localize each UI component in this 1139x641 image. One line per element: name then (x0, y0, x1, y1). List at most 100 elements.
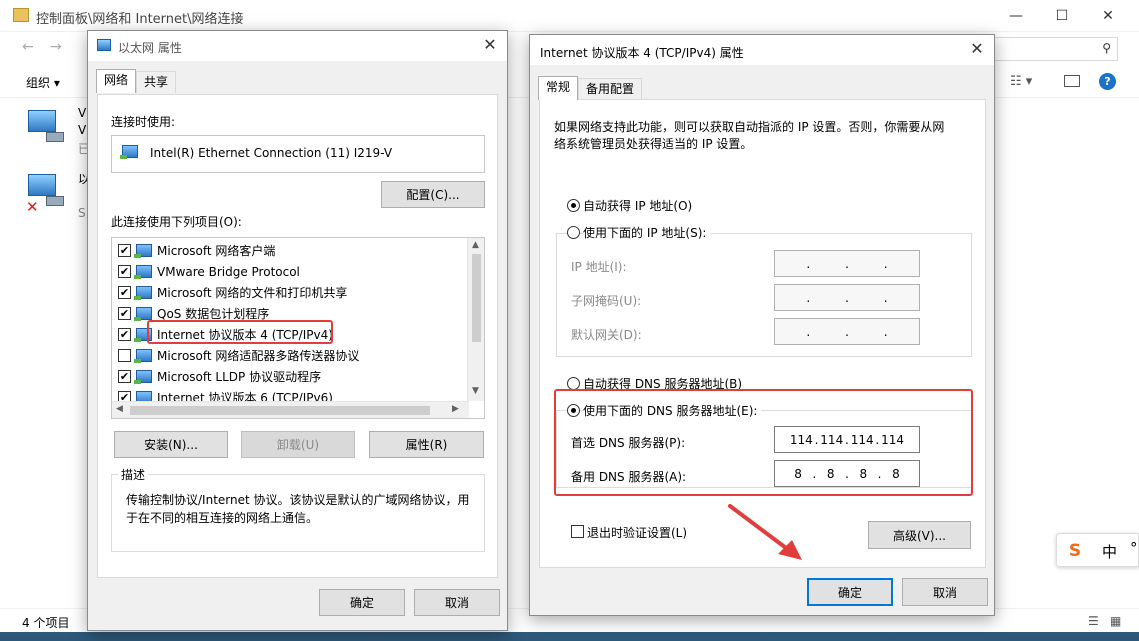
organize-button[interactable]: 组织 ▾ (26, 74, 60, 91)
component-icon (134, 349, 152, 363)
close-icon[interactable]: ✕ (481, 36, 499, 54)
preview-pane-icon[interactable] (1064, 75, 1080, 87)
ip-address-field[interactable]: ... (774, 250, 920, 277)
arrow-annotation-icon (728, 504, 802, 560)
component-label: Microsoft 网络适配器多路传送器协议 (157, 349, 360, 363)
dialog-title: 以太网 属性 (118, 41, 182, 55)
validate-checkbox[interactable] (571, 525, 584, 541)
component-checkbox[interactable]: ✔ (118, 370, 131, 383)
adapter-field: Intel(R) Ethernet Connection (11) I219-V (111, 135, 485, 173)
scroll-thumb[interactable] (472, 254, 481, 342)
dns-highlight-box (554, 389, 973, 496)
forward-icon[interactable]: → (50, 39, 62, 55)
ime-mode[interactable]: 中 (1102, 541, 1117, 562)
explorer-titlebar: 控制面板\网络和 Internet\网络连接 — ☐ ✕ (0, 0, 1139, 32)
tab-network[interactable]: 网络 (96, 69, 137, 93)
connection-device: S (78, 206, 86, 220)
cancel-button[interactable]: 取消 (902, 578, 988, 606)
close-button[interactable]: ✕ (1085, 0, 1131, 32)
tab-strip: 常规 备用配置 (538, 76, 643, 100)
configure-button[interactable]: 配置(C)... (381, 181, 485, 208)
description-group: 描述 传输控制协议/Internet 协议。该协议是默认的广域网络协议，用 于在… (111, 466, 485, 552)
component-item[interactable]: ✔ Microsoft 网络的文件和打印机共享 (118, 282, 463, 303)
component-item[interactable]: Microsoft 网络适配器多路传送器协议 (118, 345, 463, 366)
component-item[interactable]: ✔ Microsoft 网络客户端 (118, 240, 463, 261)
network-adapter-disabled-icon[interactable]: ✕ (26, 170, 66, 216)
manual-ip-radio[interactable] (567, 226, 580, 239)
component-icon (134, 307, 152, 321)
ip-address-label: IP 地址(I): (571, 260, 627, 274)
ime-punctuation[interactable]: ° (1130, 539, 1138, 557)
back-icon[interactable]: ← (22, 39, 34, 55)
search-icon: ⚲ (1102, 41, 1111, 55)
tab-general[interactable]: 常规 (538, 76, 579, 100)
organize-label: 组织 (26, 76, 51, 90)
adapter-name: Intel(R) Ethernet Connection (11) I219-V (150, 146, 393, 160)
validate-label[interactable]: 退出时验证设置(L) (587, 524, 687, 541)
ime-toolbar[interactable]: S 中 ° (1056, 533, 1139, 567)
intro-text: 如果网络支持此功能，则可以获取自动指派的 IP 设置。否则，你需要从网 (554, 120, 945, 134)
help-icon[interactable]: ? (1099, 73, 1116, 90)
large-icons-view-icon[interactable]: ▦ (1110, 614, 1121, 628)
component-checkbox[interactable]: ✔ (118, 265, 131, 278)
scroll-thumb[interactable] (130, 406, 430, 415)
ok-button[interactable]: 确定 (807, 578, 893, 606)
cancel-button[interactable]: 取消 (414, 589, 500, 616)
component-icon (134, 286, 152, 300)
details-view-icon[interactable]: ☰ (1088, 614, 1099, 628)
description-text: 传输控制协议/Internet 协议。该协议是默认的广域网络协议，用 (126, 493, 470, 507)
scroll-right-icon[interactable]: ▶ (452, 404, 459, 414)
disabled-x-icon: ✕ (26, 198, 39, 216)
scroll-left-icon[interactable]: ◀ (116, 404, 123, 414)
dialog-titlebar: 以太网 属性 ✕ (88, 31, 507, 61)
items-label: 此连接使用下列项目(O): (111, 215, 242, 229)
connection-name[interactable]: V (78, 106, 86, 120)
auto-ip-radio[interactable] (567, 199, 580, 212)
description-label: 描述 (118, 466, 149, 483)
component-checkbox[interactable]: ✔ (118, 328, 131, 341)
explorer-title: 控制面板\网络和 Internet\网络连接 (36, 12, 244, 27)
component-checkbox[interactable]: ✔ (118, 244, 131, 257)
uninstall-button[interactable]: 卸载(U) (241, 431, 355, 458)
horizontal-scrollbar[interactable]: ◀ ▶ (112, 401, 469, 418)
subnet-mask-field[interactable]: ... (774, 284, 920, 311)
tab-alternate-configuration[interactable]: 备用配置 (578, 78, 643, 100)
manual-ip-label[interactable]: 使用下面的 IP 地址(S): (583, 224, 711, 241)
search-box[interactable]: ⚲ (990, 37, 1118, 61)
dropdown-arrow-icon: ▾ (53, 76, 60, 90)
maximize-button[interactable]: ☐ (1039, 0, 1085, 32)
install-button[interactable]: 安装(N)... (114, 431, 228, 458)
view-options-icon[interactable]: ☷ ▾ (1010, 74, 1032, 89)
minimize-button[interactable]: — (993, 0, 1039, 32)
component-label: Microsoft 网络客户端 (157, 244, 276, 258)
folder-icon (13, 8, 29, 22)
connect-using-label: 连接时使用: (111, 115, 176, 129)
ok-button[interactable]: 确定 (319, 589, 405, 616)
vertical-scrollbar[interactable]: ▲ ▼ (467, 238, 484, 401)
gateway-field[interactable]: ... (774, 318, 920, 345)
dialog-titlebar: Internet 协议版本 4 (TCP/IPv4) 属性 ✕ (530, 35, 994, 65)
component-label: VMware Bridge Protocol (157, 264, 300, 279)
component-checkbox[interactable]: ✔ (118, 286, 131, 299)
component-item[interactable]: ✔ VMware Bridge Protocol (118, 261, 463, 282)
auto-ip-label[interactable]: 自动获得 IP 地址(O) (583, 197, 692, 214)
gateway-label: 默认网关(D): (571, 328, 642, 342)
subnet-mask-label: 子网掩码(U): (571, 294, 642, 308)
component-checkbox[interactable] (118, 349, 131, 362)
description-text: 于在不同的相互连接的网络上通信。 (126, 511, 319, 525)
component-icon (134, 370, 152, 384)
ipv4-highlight-box (147, 320, 333, 344)
scroll-down-icon[interactable]: ▼ (472, 386, 479, 396)
scroll-up-icon[interactable]: ▲ (472, 240, 479, 250)
close-icon[interactable]: ✕ (968, 40, 986, 58)
component-item[interactable]: ✔ Microsoft LLDP 协议驱动程序 (118, 366, 463, 387)
component-label: Microsoft 网络的文件和打印机共享 (157, 286, 348, 300)
component-checkbox[interactable]: ✔ (118, 307, 131, 320)
intro-text: 络系统管理员处获得适当的 IP 设置。 (554, 137, 753, 151)
advanced-button[interactable]: 高级(V)... (868, 521, 971, 549)
sogou-logo-icon: S (1068, 541, 1082, 561)
tab-strip: 网络 共享 (96, 69, 177, 93)
tab-sharing[interactable]: 共享 (136, 71, 177, 93)
network-adapter-icon[interactable] (26, 106, 66, 146)
properties-button[interactable]: 属性(R) (369, 431, 484, 458)
